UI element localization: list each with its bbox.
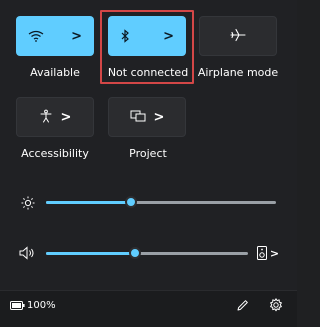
speaker-icon[interactable] — [18, 245, 36, 261]
accessibility-label: Accessibility — [21, 147, 89, 160]
volume-fill — [46, 252, 135, 255]
battery-icon[interactable] — [10, 300, 25, 310]
brightness-slider[interactable] — [46, 192, 276, 212]
wifi-label: Available — [30, 66, 80, 79]
project-icon — [130, 108, 146, 127]
audio-output-chevron-icon: > — [269, 246, 280, 260]
airplane-mode-label: Airplane mode — [197, 66, 279, 79]
airplane-icon — [230, 27, 246, 46]
project-label: Project — [129, 147, 167, 160]
brightness-fill — [46, 201, 132, 204]
project-tile[interactable]: > — [108, 97, 186, 137]
audio-output-button[interactable]: > — [256, 244, 280, 262]
wifi-chevron-icon[interactable]: > — [71, 30, 82, 43]
selection-highlight — [100, 10, 194, 84]
speaker-device-icon — [256, 246, 267, 260]
accessibility-chevron-icon[interactable]: > — [61, 111, 72, 124]
wifi-tile[interactable]: > — [16, 16, 94, 56]
volume-thumb[interactable] — [128, 247, 141, 259]
volume-slider[interactable] — [46, 243, 248, 263]
airplane-mode-tile[interactable] — [199, 16, 277, 56]
accessibility-icon — [39, 108, 53, 127]
project-chevron-icon[interactable]: > — [154, 111, 165, 124]
brightness-icon — [20, 195, 36, 211]
pencil-icon[interactable] — [235, 298, 249, 312]
brightness-thumb[interactable] — [125, 196, 138, 208]
accessibility-tile[interactable]: > — [16, 97, 94, 137]
wifi-icon[interactable] — [28, 30, 44, 42]
gear-icon[interactable] — [268, 297, 284, 313]
battery-percentage[interactable]: 100% — [27, 300, 56, 311]
